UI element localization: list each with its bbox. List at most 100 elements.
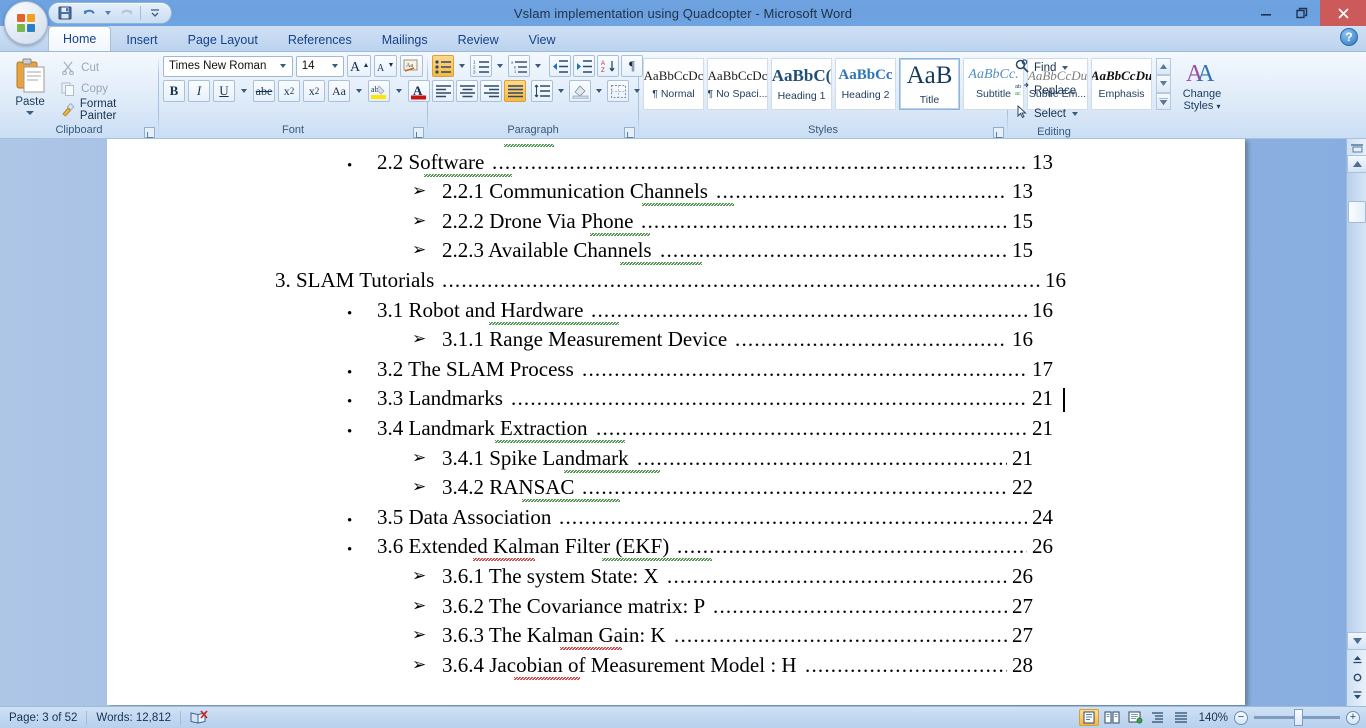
style-heading-1[interactable]: AaBbC( Heading 1 bbox=[771, 58, 832, 110]
scrollbar-thumb[interactable] bbox=[1348, 201, 1366, 223]
toc-entry[interactable]: • 3.4 Landmark Extraction................… bbox=[107, 415, 1245, 445]
toc-entry[interactable]: ➢ 2.2.1 Communication Channels...........… bbox=[107, 178, 1245, 208]
close-button[interactable] bbox=[1320, 0, 1366, 26]
align-right-button[interactable] bbox=[480, 80, 502, 102]
style-normal[interactable]: AaBbCcDc ¶ Normal bbox=[643, 58, 704, 110]
bullets-dropdown-icon[interactable] bbox=[456, 55, 468, 77]
zoom-slider-thumb[interactable] bbox=[1294, 709, 1303, 726]
strikethrough-button[interactable]: abe bbox=[253, 80, 275, 102]
shrink-font-button[interactable]: A bbox=[373, 55, 397, 77]
toc-entry[interactable]: ➢ 3.6.4 Jacobian of Measurement Model : H… bbox=[107, 652, 1245, 682]
line-spacing-dropdown-icon[interactable] bbox=[555, 80, 567, 102]
undo-icon[interactable] bbox=[79, 4, 99, 22]
numbering-dropdown-icon[interactable] bbox=[494, 55, 506, 77]
find-button[interactable]: Find bbox=[1012, 57, 1081, 78]
font-size-combo[interactable]: 14 bbox=[295, 55, 345, 77]
previous-page-icon[interactable] bbox=[1347, 650, 1366, 668]
line-spacing-button[interactable] bbox=[531, 80, 553, 102]
save-icon[interactable] bbox=[55, 4, 75, 22]
view-draft-button[interactable] bbox=[1171, 709, 1191, 726]
shading-button[interactable] bbox=[569, 80, 591, 102]
toc-entry[interactable]: ➢ 2.2.2 Drone Via Phone..................… bbox=[107, 208, 1245, 238]
select-browse-object-icon[interactable] bbox=[1347, 668, 1366, 686]
text-highlight-button[interactable]: ab bbox=[368, 80, 390, 102]
copy-button[interactable]: Copy bbox=[56, 79, 154, 99]
toc-entry[interactable]: ➢2.1.2 About Parrot.....................… bbox=[107, 139, 1245, 149]
paste-dropdown-icon[interactable] bbox=[26, 111, 35, 115]
decrease-indent-button[interactable] bbox=[549, 55, 571, 77]
grow-font-button[interactable]: A bbox=[347, 55, 371, 77]
toc-entry[interactable]: • 3.5 Data Association...................… bbox=[107, 504, 1245, 534]
next-page-icon[interactable] bbox=[1347, 686, 1366, 704]
align-left-button[interactable] bbox=[432, 80, 454, 102]
highlight-dropdown-icon[interactable] bbox=[393, 80, 405, 102]
vertical-scrollbar[interactable] bbox=[1346, 139, 1366, 706]
tab-view[interactable]: View bbox=[514, 27, 571, 51]
numbering-button[interactable]: 123 bbox=[470, 55, 492, 77]
zoom-in-button[interactable]: + bbox=[1346, 710, 1360, 725]
bullets-button[interactable] bbox=[432, 55, 454, 77]
page-indicator[interactable]: Page: 3 of 52 bbox=[0, 707, 86, 728]
help-icon[interactable]: ? bbox=[1340, 28, 1358, 46]
minimize-button[interactable] bbox=[1248, 0, 1284, 26]
office-button[interactable] bbox=[4, 1, 48, 45]
restore-button[interactable] bbox=[1284, 0, 1320, 26]
customize-qat-icon[interactable] bbox=[145, 4, 165, 22]
gallery-scroll-up-icon[interactable] bbox=[1156, 58, 1171, 76]
font-name-combo[interactable]: Times New Roman bbox=[163, 55, 293, 77]
change-case-dropdown-icon[interactable] bbox=[353, 80, 365, 102]
justify-button[interactable] bbox=[504, 80, 526, 102]
paragraph-dialog-launcher[interactable] bbox=[624, 127, 635, 138]
styles-dialog-launcher[interactable] bbox=[993, 127, 1004, 138]
change-case-button[interactable]: Aa bbox=[328, 80, 350, 102]
document-page[interactable]: ➢2.1.2 About Parrot.....................… bbox=[107, 139, 1245, 705]
format-painter-button[interactable]: Format Painter bbox=[56, 98, 154, 122]
cut-button[interactable]: Cut bbox=[56, 58, 154, 78]
style-heading-2[interactable]: AaBbCc Heading 2 bbox=[835, 58, 896, 110]
underline-dropdown-icon[interactable] bbox=[238, 80, 250, 102]
zoom-out-button[interactable]: − bbox=[1234, 710, 1248, 725]
paste-button[interactable]: Paste bbox=[4, 55, 56, 115]
borders-button[interactable] bbox=[607, 80, 629, 102]
tab-mailings[interactable]: Mailings bbox=[367, 27, 443, 51]
scrollbar-track[interactable] bbox=[1347, 173, 1366, 650]
tab-review[interactable]: Review bbox=[443, 27, 514, 51]
style-no-spacing[interactable]: AaBbCcDc ¶ No Spaci... bbox=[707, 58, 768, 110]
toc-entry[interactable]: • 3.6 Extended Kalman Filter (EKF).......… bbox=[107, 533, 1245, 563]
clipboard-dialog-launcher[interactable] bbox=[144, 127, 155, 138]
toc-entry[interactable]: • 3.3 Landmarks..........................… bbox=[107, 385, 1245, 415]
increase-indent-button[interactable] bbox=[573, 55, 595, 77]
toc-entry[interactable]: ➢ 2.2.3 Available Channels...............… bbox=[107, 237, 1245, 267]
superscript-button[interactable]: x2 bbox=[303, 80, 325, 102]
tab-home[interactable]: Home bbox=[48, 26, 112, 51]
font-dialog-launcher[interactable] bbox=[413, 127, 424, 138]
replace-button[interactable]: ab ac Replace bbox=[1012, 80, 1081, 101]
clear-formatting-button[interactable]: Aa bbox=[399, 55, 423, 77]
multilevel-dropdown-icon[interactable] bbox=[532, 55, 544, 77]
italic-button[interactable]: I bbox=[188, 80, 210, 102]
bold-button[interactable]: B bbox=[163, 80, 185, 102]
sort-button[interactable]: AZ bbox=[597, 55, 619, 77]
proofing-status-icon[interactable] bbox=[181, 707, 218, 728]
view-outline-button[interactable] bbox=[1148, 709, 1168, 726]
view-web-layout-button[interactable] bbox=[1125, 709, 1145, 726]
scroll-up-button[interactable] bbox=[1347, 155, 1366, 173]
zoom-level-label[interactable]: 140% bbox=[1194, 712, 1228, 724]
tab-insert[interactable]: Insert bbox=[111, 27, 172, 51]
shading-dropdown-icon[interactable] bbox=[593, 80, 605, 102]
toc-entry[interactable]: • 3.2 The SLAM Process...................… bbox=[107, 356, 1245, 386]
toc-entry[interactable]: • 3.1 Robot and Hardware.................… bbox=[107, 297, 1245, 327]
change-styles-button[interactable]: AA Change Styles ▾ bbox=[1174, 58, 1230, 113]
gallery-scroll-down-icon[interactable] bbox=[1156, 75, 1171, 93]
document-canvas[interactable]: ➢2.1.2 About Parrot.....................… bbox=[0, 139, 1366, 706]
gallery-more-icon[interactable] bbox=[1156, 92, 1171, 110]
toc-entry[interactable]: ➢ 3.4.1 Spike Landmark...................… bbox=[107, 445, 1245, 475]
align-center-button[interactable] bbox=[456, 80, 478, 102]
redo-icon[interactable] bbox=[116, 4, 136, 22]
multilevel-list-button[interactable]: ab1 bbox=[508, 55, 530, 77]
underline-button[interactable]: U bbox=[213, 80, 235, 102]
word-count[interactable]: Words: 12,812 bbox=[87, 707, 180, 728]
toc-entry[interactable]: ➢ 3.6.2 The Covariance matrix: P.........… bbox=[107, 593, 1245, 623]
undo-dropdown-icon[interactable] bbox=[103, 4, 112, 22]
toc-entry[interactable]: ➢ 3.6.3 The Kalman Gain: K...............… bbox=[107, 622, 1245, 652]
